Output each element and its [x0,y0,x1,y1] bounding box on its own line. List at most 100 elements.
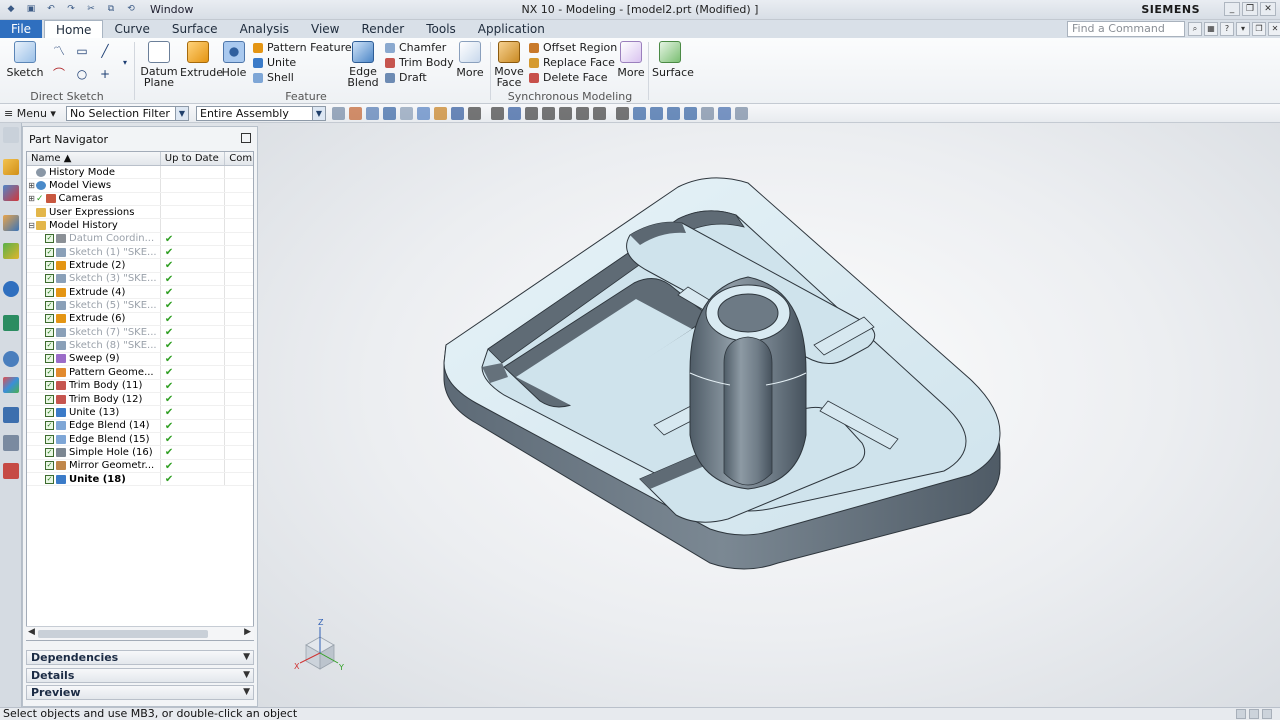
curve-rule-icon[interactable] [383,107,396,120]
process-studio-icon[interactable] [3,407,19,423]
close-icon[interactable]: ✕ [1260,2,1276,16]
fit-view-icon[interactable] [633,107,646,120]
point-on-face-icon[interactable] [593,107,606,120]
expand-icon[interactable]: ⊞ [27,181,36,190]
tree-row[interactable]: ✓ Extrude (2) ✔ [27,259,253,273]
search-icon[interactable]: ⌕ [1188,22,1202,36]
feature-visibility-checkbox[interactable]: ✓ [45,327,54,337]
tab-application[interactable]: Application [467,20,556,38]
tree-row[interactable]: ✓ Sketch (3) "SKE... ✔ [27,272,253,287]
tree-row[interactable]: ✓ Edge Blend (15) ✔ [27,432,253,447]
file-tab[interactable]: File [0,20,42,38]
tree-row[interactable]: ✓ Simple Hole (16) ✔ [27,446,253,460]
tree-row[interactable]: ✓ Mirror Geometr... ✔ [27,459,253,473]
document-restore-icon[interactable]: ❐ [1252,22,1266,36]
feature-visibility-checkbox[interactable]: ✓ [45,341,54,351]
document-close-icon[interactable]: ✕ [1268,22,1280,36]
scroll-left-icon[interactable]: ◀ [28,627,35,637]
feature-visibility-checkbox[interactable]: ✓ [45,261,54,271]
menu-button[interactable]: ≡ Menu ▾ [4,107,56,120]
tree-row[interactable]: ✓ Datum Coordin... ✔ [27,232,253,247]
expand-icon[interactable]: ⊞ [27,194,36,203]
point-on-curve-icon[interactable] [576,107,589,120]
intersection-icon[interactable] [508,107,521,120]
tree-row[interactable]: ✓ Extrude (6) ✔ [27,312,253,327]
tab-home[interactable]: Home [44,20,104,38]
assembly-navigator-icon[interactable] [3,159,19,175]
point-icon[interactable]: + [98,67,112,81]
profile-icon[interactable]: 〽 [52,44,66,58]
feature-visibility-checkbox[interactable]: ✓ [45,381,54,391]
system-materials-icon[interactable] [3,377,19,393]
feature-visibility-checkbox[interactable]: ✓ [45,421,54,431]
existing-point-icon[interactable] [559,107,572,120]
feature-visibility-checkbox[interactable]: ✓ [45,354,54,364]
find-command-input[interactable]: Find a Command [1067,21,1185,37]
resource-bar-settings-icon[interactable] [3,127,19,143]
tree-row[interactable]: ⊞ ✓ Cameras [27,192,253,207]
feature-visibility-checkbox[interactable]: ✓ [45,247,54,257]
unite-button[interactable]: Unite [253,55,296,70]
tab-analysis[interactable]: Analysis [229,20,300,38]
part-model[interactable] [443,177,1001,570]
mid-point-icon[interactable] [468,107,481,120]
restore-icon[interactable]: ❐ [1242,2,1258,16]
edge-blend-button[interactable]: Edge Blend [344,41,382,88]
constraint-navigator-icon[interactable] [3,185,19,201]
feature-more-button[interactable]: More [456,41,484,79]
selection-scope-dropdown[interactable]: Entire Assembly ▼ [196,106,326,121]
edit-section-icon[interactable] [735,107,748,120]
tree-row[interactable]: ✓ Unite (13) ✔ [27,406,253,420]
draft-button[interactable]: Draft [385,70,427,85]
datum-plane-button[interactable]: Datum Plane [140,41,178,88]
tree-row[interactable]: ✓ Trim Body (11) ✔ [27,379,253,393]
orient-view-icon[interactable] [684,107,697,120]
graphics-window[interactable]: Z X Y [258,123,1280,707]
feature-visibility-checkbox[interactable]: ✓ [45,474,54,484]
zoom-icon[interactable] [650,107,663,120]
tree-row[interactable]: ⊟ Model History [27,219,253,233]
sync-more-button[interactable]: More [617,41,645,79]
render-style-icon[interactable] [701,107,714,120]
control-point-icon[interactable] [491,107,504,120]
delete-face-button[interactable]: Delete Face [529,70,608,85]
tree-row[interactable]: History Mode [27,166,253,180]
tree-row[interactable]: ✓ Sketch (8) "SKE... ✔ [27,339,253,353]
dependencies-panel-header[interactable]: Dependencies ▼ [26,650,254,665]
tree-row[interactable]: ✓ Unite (18) ✔ [27,472,253,487]
feature-visibility-checkbox[interactable]: ✓ [45,301,54,311]
column-uptodate-header[interactable]: Up to Date [161,152,226,165]
body-selection-icon[interactable] [417,107,430,120]
sketch-button[interactable]: Sketch [6,41,44,79]
tree-row[interactable]: ✓ Sweep (9) ✔ [27,352,253,367]
sketch-gallery-down-icon[interactable]: ▾ [118,56,132,70]
tree-row[interactable]: ✓ Sketch (7) "SKE... ✔ [27,326,253,340]
reuse-library-icon[interactable] [3,243,19,259]
column-comment-header[interactable]: Com [225,152,253,165]
bounded-grid-icon[interactable] [616,107,629,120]
general-selection-icon[interactable] [332,107,345,120]
tree-horizontal-scrollbar[interactable]: ◀ ▶ [26,626,254,640]
preview-panel-header[interactable]: Preview ▼ [26,685,254,700]
arc-icon[interactable]: ⌒ [52,67,66,81]
tree-row[interactable]: ✓ Edge Blend (14) ✔ [27,419,253,433]
snap-point-icon[interactable] [366,107,379,120]
selection-filter-dropdown[interactable]: No Selection Filter ▼ [66,106,189,121]
web-browser-icon[interactable] [3,281,19,297]
solid-body-icon[interactable] [434,107,447,120]
arc-center-icon[interactable] [525,107,538,120]
hole-button[interactable]: Hole [220,41,248,79]
scroll-right-icon[interactable]: ▶ [244,627,251,637]
manufacturing-wizards-icon[interactable] [3,435,19,451]
role-icon[interactable] [3,463,19,479]
replace-face-button[interactable]: Replace Face [529,55,615,70]
history-icon[interactable] [3,315,19,331]
clock-history-icon[interactable] [3,351,19,367]
minimize-icon[interactable]: _ [1224,2,1240,16]
feature-visibility-checkbox[interactable]: ✓ [45,447,54,457]
ribbon-options-icon[interactable]: ▾ [1236,22,1250,36]
trim-body-button[interactable]: Trim Body [385,55,454,70]
tree-row[interactable]: ⊞ Model Views [27,179,253,193]
feature-visibility-checkbox[interactable]: ✓ [45,461,54,471]
shell-button[interactable]: Shell [253,70,294,85]
